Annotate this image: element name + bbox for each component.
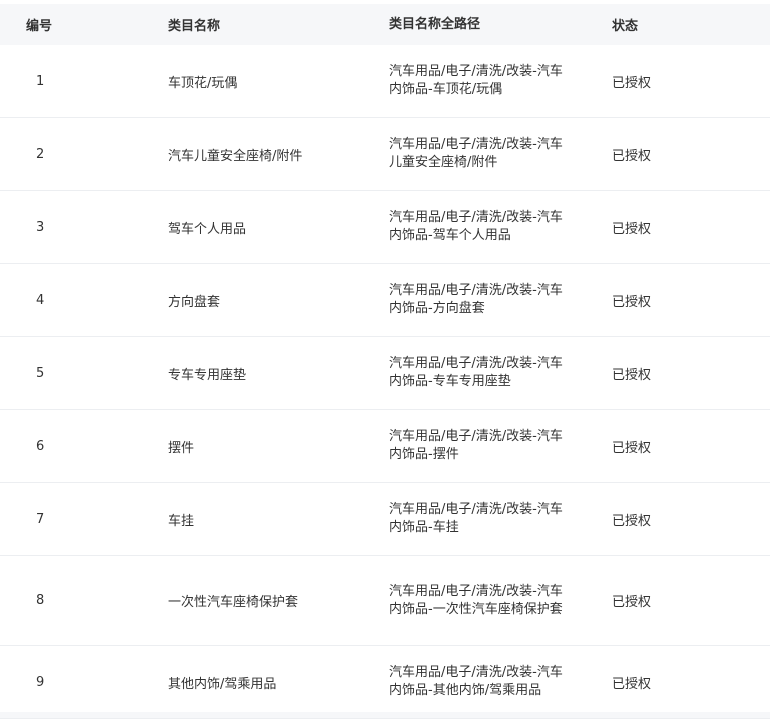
row-id: 6 [36,438,45,454]
row-category-path: 汽车用品/电子/清洗/改装-汽车内饰品-专车专用座垫 [389,337,573,409]
table-row: 3 驾车个人用品 汽车用品/电子/清洗/改装-汽车内饰品-驾车个人用品 已授权 [0,191,770,264]
row-id: 9 [36,674,45,690]
row-status: 已授权 [612,440,652,456]
row-id: 1 [36,73,45,89]
table-row: 9 其他内饰/驾乘用品 汽车用品/电子/清洗/改装-汽车内饰品-其他内饰/驾乘用… [0,646,770,719]
table-footer-divider [0,712,770,718]
row-category-name: 摆件 [168,440,195,456]
row-id: 3 [36,219,45,235]
row-category-name: 专车专用座垫 [168,367,247,383]
table-row: 2 汽车儿童安全座椅/附件 汽车用品/电子/清洗/改装-汽车儿童安全座椅/附件 … [0,118,770,191]
row-category-name: 车挂 [168,513,195,529]
row-status: 已授权 [612,595,652,610]
row-category-name: 汽车儿童安全座椅/附件 [168,148,303,164]
row-status: 已授权 [612,294,652,310]
row-category-name: 一次性汽车座椅保护套 [168,595,299,610]
row-category-name: 车顶花/玩偶 [168,75,238,91]
row-path-text: 汽车用品/电子/清洗/改装-汽车内饰品-驾车个人用品 [389,210,563,243]
row-path-text: 汽车用品/电子/清洗/改装-汽车内饰品-摆件 [389,429,563,462]
row-path-text: 汽车用品/电子/清洗/改装-汽车内饰品-其他内饰/驾乘用品 [389,665,563,698]
row-category-name: 驾车个人用品 [168,221,247,237]
row-category-name: 方向盘套 [168,294,221,310]
row-category-path: 汽车用品/电子/清洗/改装-汽车内饰品-一次性汽车座椅保护套 [389,556,573,645]
row-status: 已授权 [612,676,652,692]
row-id: 8 [36,593,45,608]
row-path-text: 汽车用品/电子/清洗/改装-汽车内饰品-车挂 [389,502,563,535]
table-row: 4 方向盘套 汽车用品/电子/清洗/改装-汽车内饰品-方向盘套 已授权 [0,264,770,337]
row-category-path: 汽车用品/电子/清洗/改装-汽车内饰品-方向盘套 [389,264,573,336]
header-id: 编号 [26,19,53,34]
row-status: 已授权 [612,367,652,383]
row-category-path: 汽车用品/电子/清洗/改装-汽车内饰品-车顶花/玩偶 [389,45,573,117]
row-path-text: 汽车用品/电子/清洗/改装-汽车儿童安全座椅/附件 [389,137,563,170]
category-table: 编号 类目名称 类目名称全路径 状态 1 车顶花/玩偶 汽车用品/电子/清洗/改… [0,0,770,719]
table-row: 5 专车专用座垫 汽车用品/电子/清洗/改装-汽车内饰品-专车专用座垫 已授权 [0,337,770,410]
row-path-text: 汽车用品/电子/清洗/改装-汽车内饰品-方向盘套 [389,283,563,316]
row-id: 4 [36,292,45,308]
header-name: 类目名称 [168,19,221,34]
row-category-path: 汽车用品/电子/清洗/改装-汽车内饰品-其他内饰/驾乘用品 [389,646,573,718]
row-status: 已授权 [612,513,652,529]
table-header: 编号 类目名称 类目名称全路径 状态 [0,4,770,45]
row-id: 2 [36,146,45,162]
row-status: 已授权 [612,148,652,164]
header-status: 状态 [612,19,639,34]
table-row: 8 一次性汽车座椅保护套 汽车用品/电子/清洗/改装-汽车内饰品-一次性汽车座椅… [0,556,770,646]
row-category-path: 汽车用品/电子/清洗/改装-汽车内饰品-车挂 [389,483,573,555]
row-category-name: 其他内饰/驾乘用品 [168,676,277,692]
row-path-text: 汽车用品/电子/清洗/改装-汽车内饰品-一次性汽车座椅保护套 [389,583,563,617]
table-row: 1 车顶花/玩偶 汽车用品/电子/清洗/改装-汽车内饰品-车顶花/玩偶 已授权 [0,45,770,118]
row-path-text: 汽车用品/电子/清洗/改装-汽车内饰品-车顶花/玩偶 [389,64,563,97]
row-category-path: 汽车用品/电子/清洗/改装-汽车儿童安全座椅/附件 [389,118,573,190]
row-path-text: 汽车用品/电子/清洗/改装-汽车内饰品-专车专用座垫 [389,356,563,389]
header-path: 类目名称全路径 [389,16,481,32]
row-status: 已授权 [612,75,652,91]
row-category-path: 汽车用品/电子/清洗/改装-汽车内饰品-摆件 [389,410,573,482]
row-category-path: 汽车用品/电子/清洗/改装-汽车内饰品-驾车个人用品 [389,191,573,263]
row-status: 已授权 [612,221,652,237]
table-row: 6 摆件 汽车用品/电子/清洗/改装-汽车内饰品-摆件 已授权 [0,410,770,483]
row-id: 7 [36,511,45,527]
row-id: 5 [36,365,45,381]
table-body: 1 车顶花/玩偶 汽车用品/电子/清洗/改装-汽车内饰品-车顶花/玩偶 已授权 … [0,45,770,719]
table-row: 7 车挂 汽车用品/电子/清洗/改装-汽车内饰品-车挂 已授权 [0,483,770,556]
